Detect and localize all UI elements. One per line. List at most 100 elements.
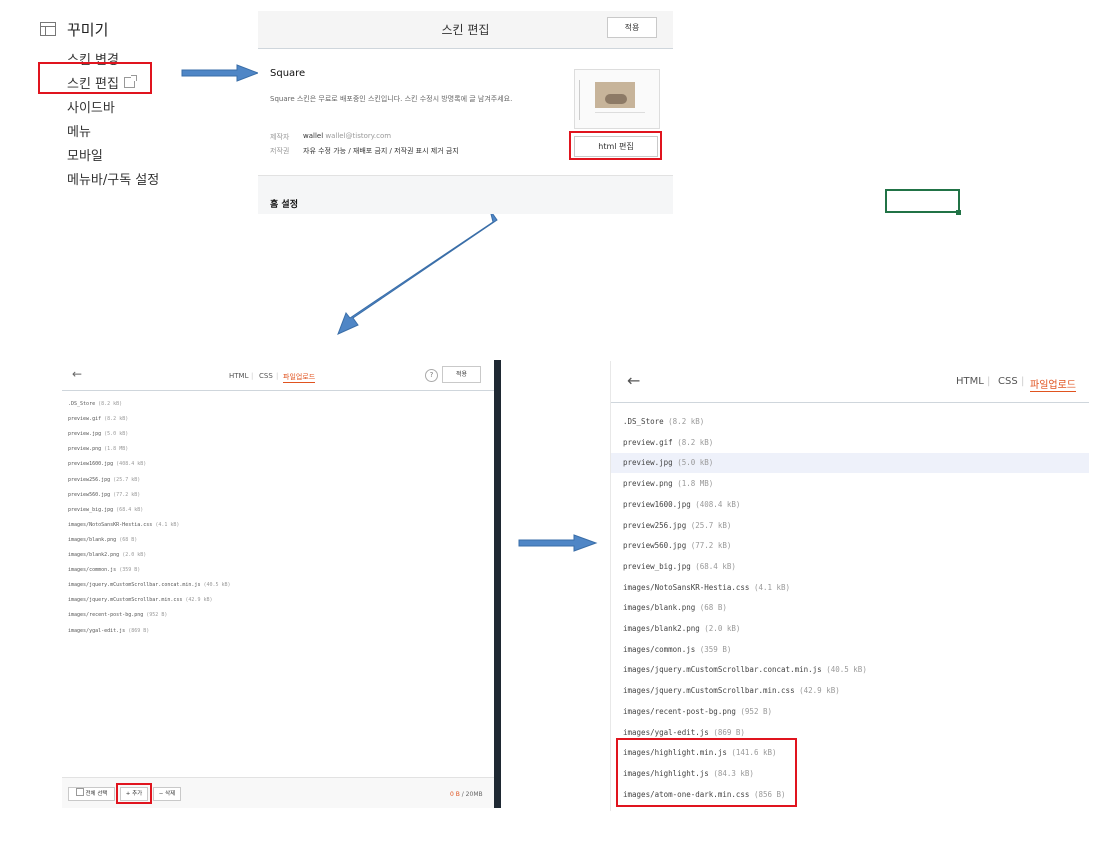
- tab-file-upload[interactable]: 파일업로드: [1030, 376, 1076, 392]
- file-list-item[interactable]: preview.gif (8.2 kB): [623, 438, 713, 447]
- apply-button-small[interactable]: 적용: [442, 366, 481, 383]
- file-list-item[interactable]: preview560.jpg (77.2 kB): [68, 492, 140, 498]
- file-list-item[interactable]: preview.png (1.8 MB): [623, 479, 713, 488]
- file-name: images/blank2.png: [68, 552, 120, 558]
- skin-description: Square 스킨은 무료로 배포중인 스킨입니다. 스킨 수정시 방명록에 글…: [270, 95, 513, 103]
- file-list-item[interactable]: preview_big.jpg (68.4 kB): [623, 562, 736, 571]
- file-list-item[interactable]: images/blank2.png (2.0 kB): [623, 624, 740, 633]
- tab-html[interactable]: HTML: [956, 376, 984, 387]
- file-size: (2.0 kB): [122, 552, 147, 558]
- skin-name: Square: [270, 68, 306, 79]
- file-list-item[interactable]: images/common.js (359 B): [68, 567, 140, 573]
- file-size: (408.4 kB): [116, 461, 147, 468]
- file-list-item[interactable]: preview256.jpg (25.7 kB): [68, 477, 140, 483]
- thumb-line: [595, 112, 645, 113]
- tab-file-upload[interactable]: 파일업로드: [283, 372, 316, 383]
- file-size: (68 B): [119, 536, 138, 543]
- file-name: images/ygal-edit.js: [68, 627, 126, 634]
- file-list-item[interactable]: preview1600.jpg (408.4 kB): [623, 500, 740, 509]
- tab-css[interactable]: CSS: [259, 372, 273, 380]
- file-name: images/common.js: [623, 644, 696, 654]
- delete-file-button[interactable]: − 삭제: [153, 787, 181, 801]
- file-name: images/recent-post-bg.png: [68, 612, 144, 619]
- back-arrow-icon[interactable]: ←: [72, 367, 82, 381]
- file-size: (25.7 kB): [690, 520, 732, 530]
- file-name: preview560.jpg: [623, 541, 687, 551]
- help-icon[interactable]: ?: [425, 369, 438, 382]
- file-name: preview.jpg: [68, 431, 102, 438]
- back-arrow-icon[interactable]: ←: [627, 371, 640, 390]
- file-editor-small: ← HTML | CSS | 파일업로드 ? 적용 .DS_Store (8.2…: [62, 360, 500, 808]
- tab-css[interactable]: CSS: [998, 376, 1018, 387]
- file-name: .DS_Store: [68, 401, 96, 407]
- file-name: images/jquery.mCustomScrollbar.concat.mi…: [623, 665, 822, 675]
- file-list-item[interactable]: images/jquery.mCustomScrollbar.concat.mi…: [68, 582, 231, 588]
- file-size: (869 B): [128, 627, 150, 634]
- tab-html[interactable]: HTML: [229, 372, 248, 380]
- file-list-item[interactable]: preview.gif (8.2 kB): [68, 416, 128, 422]
- file-name: images/NotoSansKR-Hestia.css: [68, 521, 153, 528]
- file-size: (68 B): [699, 603, 727, 613]
- file-list-item[interactable]: preview560.jpg (77.2 kB): [623, 541, 731, 550]
- skin-thumbnail: [574, 69, 660, 129]
- file-size: (359 B): [119, 567, 141, 574]
- file-size: (77.2 kB): [690, 541, 732, 551]
- apply-button[interactable]: 적용: [607, 17, 657, 38]
- file-name: preview_big.jpg: [68, 506, 114, 513]
- spreadsheet-selected-cell[interactable]: [885, 189, 960, 213]
- file-list-item[interactable]: preview.png (1.8 MB): [68, 446, 128, 452]
- file-size: (40.5 kB): [826, 665, 867, 675]
- arrow-diagonal: [337, 209, 498, 335]
- file-list-item[interactable]: images/blank2.png (2.0 kB): [68, 552, 146, 558]
- checkbox-icon: [75, 788, 84, 796]
- file-list-item[interactable]: preview256.jpg (25.7 kB): [623, 521, 731, 530]
- file-size: (77.2 kB): [113, 491, 141, 498]
- file-list-item[interactable]: images/blank.png (68 B): [623, 603, 727, 612]
- file-size: (8.2 kB): [98, 401, 123, 407]
- home-settings-label: 홈 설정: [270, 200, 298, 210]
- tab-separator: |: [251, 372, 254, 380]
- file-list-item[interactable]: images/blank.png (68 B): [68, 537, 137, 543]
- file-list-item[interactable]: images/NotoSansKR-Hestia.css (4.1 kB): [623, 583, 790, 592]
- file-list-item[interactable]: preview.jpg (5.0 kB): [68, 431, 128, 437]
- fill-handle-icon[interactable]: [956, 210, 961, 215]
- file-size: (40.5 kB): [203, 582, 231, 589]
- file-list-item[interactable]: preview.jpg (5.0 kB): [623, 458, 713, 467]
- file-size: (359 B): [699, 644, 732, 654]
- file-list-item[interactable]: images/common.js (359 B): [623, 645, 731, 654]
- file-name: images/jquery.mCustomScrollbar.min.css: [623, 686, 795, 696]
- highlight-box-added-files: [616, 738, 797, 807]
- file-list-item[interactable]: images/ygal-edit.js (869 B): [623, 728, 745, 737]
- skin-editor-panel: 스킨 편집 적용 Square Square 스킨은 무료로 배포중인 스킨입니…: [258, 11, 673, 214]
- file-name: preview256.jpg: [623, 520, 687, 530]
- file-name: .DS_Store: [623, 417, 664, 426]
- file-size: (25.7 kB): [113, 476, 141, 483]
- file-list-item[interactable]: images/jquery.mCustomScrollbar.concat.mi…: [623, 665, 867, 674]
- file-list-item[interactable]: images/recent-post-bg.png (952 B): [623, 707, 772, 716]
- file-name: preview.png: [623, 479, 673, 489]
- file-list-item[interactable]: images/recent-post-bg.png (952 B): [68, 612, 167, 618]
- file-name: preview.gif: [623, 437, 673, 447]
- file-list-item[interactable]: images/NotoSansKR-Hestia.css (4.1 kB): [68, 522, 179, 528]
- author-value: wallel wallel@tistory.com: [303, 132, 391, 140]
- file-list-item[interactable]: preview_big.jpg (68.4 kB): [68, 507, 143, 513]
- file-size: (5.0 kB): [104, 431, 129, 438]
- file-name: images/jquery.mCustomScrollbar.min.css: [68, 597, 183, 604]
- file-size: (5.0 kB): [677, 458, 714, 468]
- file-list-item[interactable]: .DS_Store (8.2 kB): [68, 401, 122, 407]
- file-list-item[interactable]: images/jquery.mCustomScrollbar.min.css (…: [68, 597, 213, 603]
- file-size: (408.4 kB): [695, 499, 741, 509]
- file-size: (1.8 MB): [104, 446, 129, 453]
- file-size: (4.1 kB): [753, 582, 791, 592]
- file-name: preview1600.jpg: [68, 461, 114, 468]
- file-list-item[interactable]: preview1600.jpg (408.4 kB): [68, 461, 146, 467]
- file-list-item[interactable]: images/ygal-edit.js (869 B): [68, 628, 149, 634]
- author-name: wallel: [303, 132, 324, 140]
- select-all-checkbox[interactable]: 전체 선택: [68, 787, 115, 801]
- file-list-item[interactable]: .DS_Store (8.2 kB): [623, 417, 704, 426]
- file-name: images/jquery.mCustomScrollbar.concat.mi…: [68, 582, 201, 589]
- file-name: preview_big.jpg: [623, 561, 691, 571]
- file-list-item[interactable]: images/jquery.mCustomScrollbar.min.css (…: [623, 686, 840, 695]
- file-name: preview1600.jpg: [623, 499, 691, 509]
- file-name: images/blank2.png: [623, 624, 700, 633]
